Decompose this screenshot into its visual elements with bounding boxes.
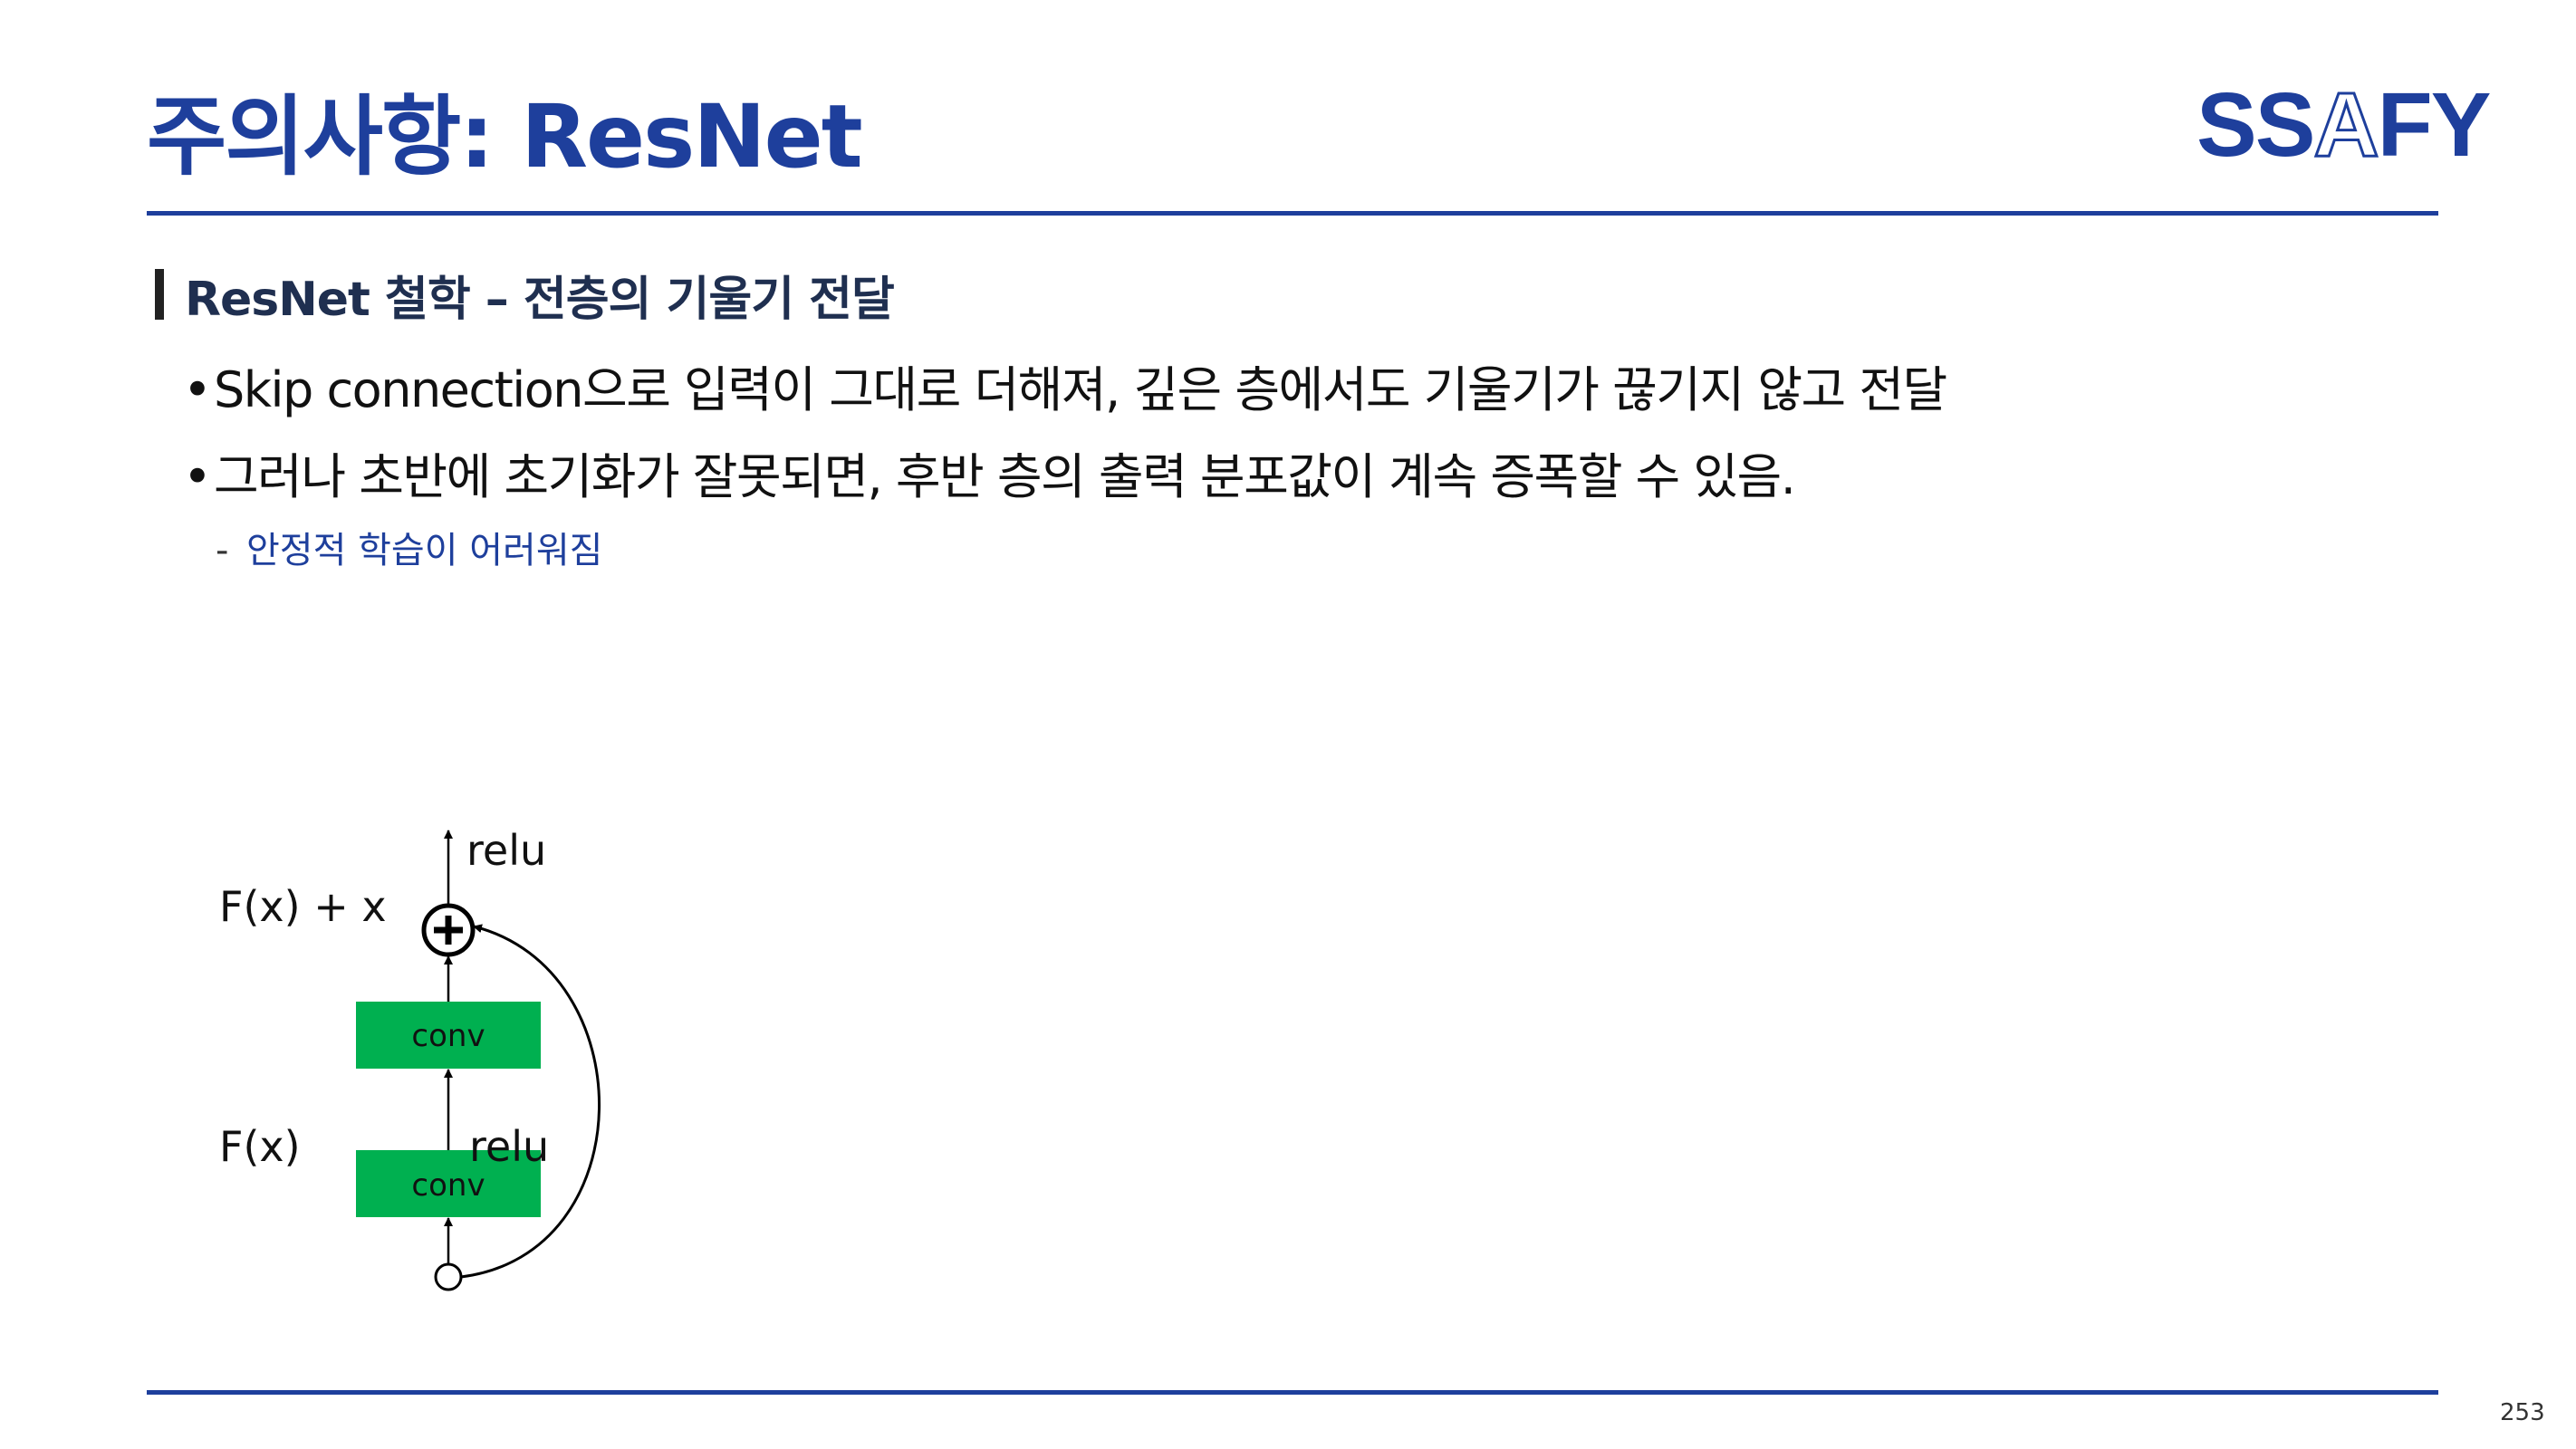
input-node — [434, 1262, 463, 1291]
bullet-item: •그러나 초반에 초기화가 잘못되면, 후반 층의 출력 분포값이 계속 증폭할… — [183, 437, 1796, 508]
sum-node — [421, 903, 476, 957]
sub-note-text: 안정적 학습이 어러워짐 — [246, 530, 603, 571]
slide-title: 주의사항: ResNet — [147, 86, 863, 187]
sub-note-dash: - — [216, 530, 229, 571]
resnet-block-diagram: conv conv relu F(x) + x F(x) relu — [219, 826, 601, 1291]
bullet-text: 그러나 초반에 초기화가 잘못되면, 후반 층의 출력 분포값이 계속 증폭할 … — [214, 448, 1796, 505]
section-marker — [155, 269, 164, 320]
conv-block-top: conv — [356, 1002, 541, 1069]
relu-label-mid: relu — [469, 1122, 549, 1171]
bullet-item: •Skip connection으로 입력이 그대로 더해져, 깊은 층에서도 … — [183, 350, 1947, 421]
bullet-dot-icon: • — [183, 361, 212, 418]
conv-label: conv — [411, 1167, 485, 1204]
page-number: 253 — [2500, 1399, 2545, 1426]
section-heading: ResNet 철학 – 전층의 기울기 전달 — [185, 273, 895, 327]
footer-divider — [147, 1390, 2438, 1395]
sub-note: - 안정적 학습이 어러워짐 — [216, 521, 602, 573]
bullet-text: Skip connection으로 입력이 그대로 더해져, 깊은 층에서도 기… — [214, 361, 1947, 418]
bullet-dot-icon: • — [183, 448, 212, 505]
relu-label-top: relu — [466, 826, 546, 875]
header-divider — [147, 211, 2438, 216]
conv-label: conv — [411, 1018, 485, 1054]
fx-label: F(x) — [219, 1122, 301, 1171]
ssafy-logo: SSAFY — [2196, 74, 2491, 176]
skip-connection-arrow — [460, 924, 601, 1279]
sum-label: F(x) + x — [219, 882, 387, 931]
